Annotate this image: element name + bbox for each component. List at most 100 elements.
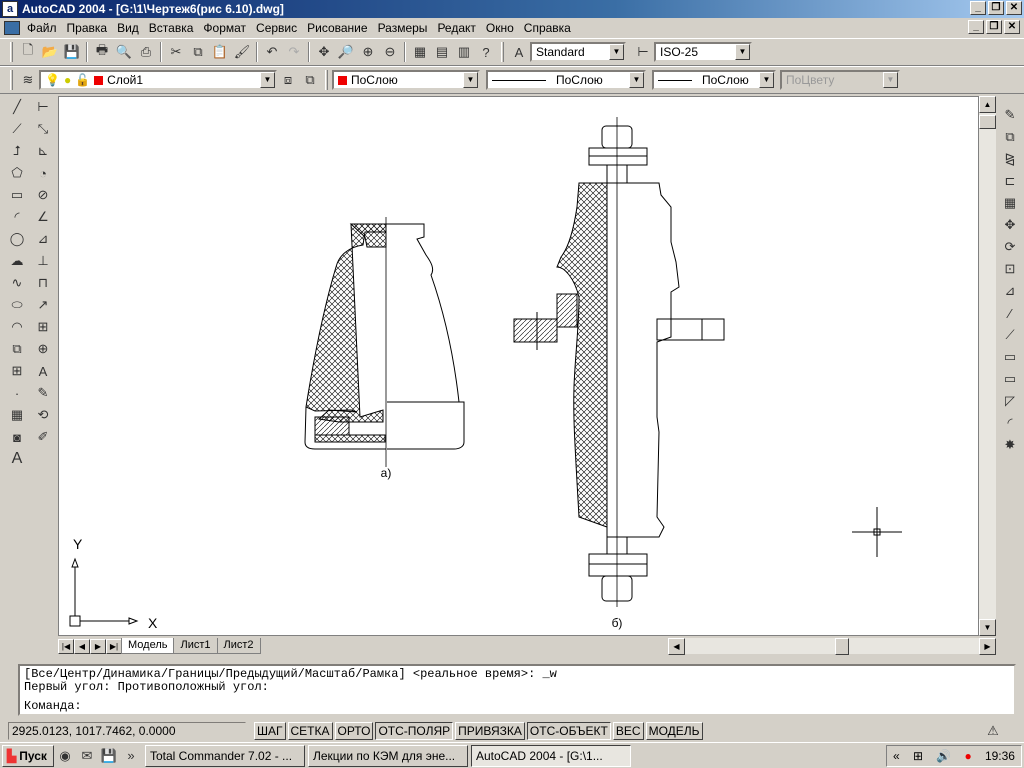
linetype-select[interactable]: ПоСлою ▼ (486, 70, 646, 90)
copy-icon[interactable]: ⧉ (187, 41, 209, 63)
undo-icon[interactable]: ↶ (261, 41, 283, 63)
stretch-icon[interactable]: ⊿ (999, 280, 1021, 302)
horizontal-scrollbar[interactable]: ◀ ▶ (668, 638, 996, 655)
menu-modify[interactable]: Редакт (432, 21, 480, 35)
coordinates-display[interactable]: 2925.0123, 1017.7462, 0.0000 (8, 722, 246, 740)
tab-prev-button[interactable]: ◀ (74, 638, 90, 654)
quick-leader-icon[interactable]: ↗ (32, 294, 54, 316)
restore-button[interactable]: ❐ (988, 1, 1004, 15)
mirror-icon[interactable]: ⧎ (999, 148, 1021, 170)
dim-style-manager-icon[interactable]: ✐ (32, 426, 54, 448)
hatch-icon[interactable]: ▦ (6, 404, 28, 426)
snap-toggle[interactable]: ШАГ (254, 722, 286, 740)
disk-quicklaunch-icon[interactable]: 💾 (98, 745, 120, 767)
preview-icon[interactable]: 🔍 (113, 41, 135, 63)
multiline-text-icon[interactable]: A (6, 448, 28, 470)
layer-manager-icon[interactable]: ≋ (17, 69, 39, 91)
menu-file[interactable]: Файл (22, 21, 62, 35)
tolerance-icon[interactable]: ⊞ (32, 316, 54, 338)
tray-volume-icon[interactable]: 🔊 (936, 749, 951, 763)
paste-icon[interactable]: 📋 (209, 41, 231, 63)
doc-minimize-button[interactable]: _ (968, 20, 984, 34)
ortho-toggle[interactable]: ОРТО (334, 722, 374, 740)
construction-line-icon[interactable]: ⟋ (6, 118, 28, 140)
menu-window[interactable]: Окно (481, 21, 519, 35)
menu-help[interactable]: Справка (519, 21, 576, 35)
text-style-select[interactable]: Standard ▼ (530, 42, 626, 62)
properties-icon[interactable]: ▦ (409, 41, 431, 63)
hscroll-thumb[interactable] (835, 638, 849, 655)
baseline-dim-icon[interactable]: ⊥ (32, 250, 54, 272)
tray-network-icon[interactable]: ⊞ (913, 749, 923, 763)
zoom-realtime-icon[interactable]: 🔎 (335, 41, 357, 63)
tab-layout1[interactable]: Лист1 (173, 638, 218, 654)
chamfer-icon[interactable]: ◸ (999, 390, 1021, 412)
scroll-down-button[interactable]: ▼ (979, 619, 996, 636)
scroll-left-button[interactable]: ◀ (668, 638, 685, 655)
move-icon[interactable]: ✥ (999, 214, 1021, 236)
aligned-dim-icon[interactable]: ⤡ (32, 118, 54, 140)
pan-icon[interactable]: ✥ (313, 41, 335, 63)
grid-toggle[interactable]: СЕТКА (287, 722, 333, 740)
continue-dim-icon[interactable]: ⊓ (32, 272, 54, 294)
doc-restore-button[interactable]: ❐ (986, 20, 1002, 34)
circle-icon[interactable]: ◯ (6, 228, 28, 250)
offset-icon[interactable]: ⊏ (999, 170, 1021, 192)
layer-previous-icon[interactable]: ⧉ (299, 69, 321, 91)
tab-model[interactable]: Модель (121, 638, 175, 654)
save-icon[interactable]: 💾 (61, 41, 83, 63)
tray-antivirus-icon[interactable]: ● (964, 749, 971, 763)
print-icon[interactable]: 🖶 (91, 41, 113, 63)
rotate-icon[interactable]: ⟳ (999, 236, 1021, 258)
dim-text-edit-icon[interactable]: ✎ (32, 382, 54, 404)
explode-icon[interactable]: ✸ (999, 434, 1021, 456)
tray-expand-icon[interactable]: « (893, 749, 900, 763)
polygon-icon[interactable]: ⬠ (6, 162, 28, 184)
task-autocad[interactable]: AutoCAD 2004 - [G:\1... (471, 744, 631, 767)
close-button[interactable]: ✕ (1006, 1, 1022, 15)
redo-icon[interactable]: ↷ (283, 41, 305, 63)
tab-last-button[interactable]: ▶| (106, 638, 122, 654)
ellipse-arc-icon[interactable]: ◠ (6, 316, 28, 338)
help-icon[interactable]: ? (475, 41, 497, 63)
break-icon[interactable]: ▭ (999, 368, 1021, 390)
dim-style-select[interactable]: ISO-25 ▼ (654, 42, 752, 62)
doc-close-button[interactable]: ✕ (1004, 20, 1020, 34)
scroll-right-button[interactable]: ▶ (979, 638, 996, 655)
task-word-lectures[interactable]: Лекции по КЭМ для эне... (308, 744, 468, 767)
document-icon[interactable] (4, 21, 20, 35)
scroll-up-button[interactable]: ▲ (979, 96, 996, 113)
command-prompt[interactable]: Команда: (24, 700, 1010, 713)
diameter-dim-icon[interactable]: ⊘ (32, 184, 54, 206)
zoom-previous-icon[interactable]: ⊖ (379, 41, 401, 63)
tab-first-button[interactable]: |◀ (58, 638, 74, 654)
lineweight-toggle[interactable]: ВЕС (612, 722, 644, 740)
copy-object-icon[interactable]: ⧉ (999, 126, 1021, 148)
minimize-button[interactable]: _ (970, 1, 986, 15)
menu-edit[interactable]: Правка (62, 21, 113, 35)
extend-icon[interactable]: ⟋ (999, 324, 1021, 346)
menu-draw[interactable]: Рисование (302, 21, 372, 35)
start-button[interactable]: ▙ Пуск (2, 744, 54, 767)
scroll-thumb[interactable] (979, 115, 996, 129)
tool-palettes-icon[interactable]: ▥ (453, 41, 475, 63)
clock[interactable]: 19:36 (985, 749, 1015, 763)
lineweight-select[interactable]: ПоСлою ▼ (652, 70, 776, 90)
ordinate-dim-icon[interactable]: ⊾ (32, 140, 54, 162)
menu-tools[interactable]: Сервис (251, 21, 302, 35)
array-icon[interactable]: ▦ (999, 192, 1021, 214)
task-total-commander[interactable]: Total Commander 7.02 - ... (145, 744, 305, 767)
otrack-toggle[interactable]: ОТС-ОБЪЕКТ (526, 722, 611, 740)
open-icon[interactable]: 📂 (39, 41, 61, 63)
dim-style-icon[interactable]: ⊢ (632, 41, 654, 63)
scale-icon[interactable]: ⊡ (999, 258, 1021, 280)
mail-quicklaunch-icon[interactable]: ✉ (76, 745, 98, 767)
publish-icon[interactable]: ⎙ (135, 41, 157, 63)
spline-icon[interactable]: ∿ (6, 272, 28, 294)
line-icon[interactable]: ╱ (6, 96, 28, 118)
make-current-layer-icon[interactable]: ⧈ (277, 69, 299, 91)
dim-update-icon[interactable]: ⟲ (32, 404, 54, 426)
arc-icon[interactable]: ◜ (6, 206, 28, 228)
quick-dim-icon[interactable]: ⊿ (32, 228, 54, 250)
model-toggle[interactable]: МОДЕЛЬ (645, 722, 703, 740)
